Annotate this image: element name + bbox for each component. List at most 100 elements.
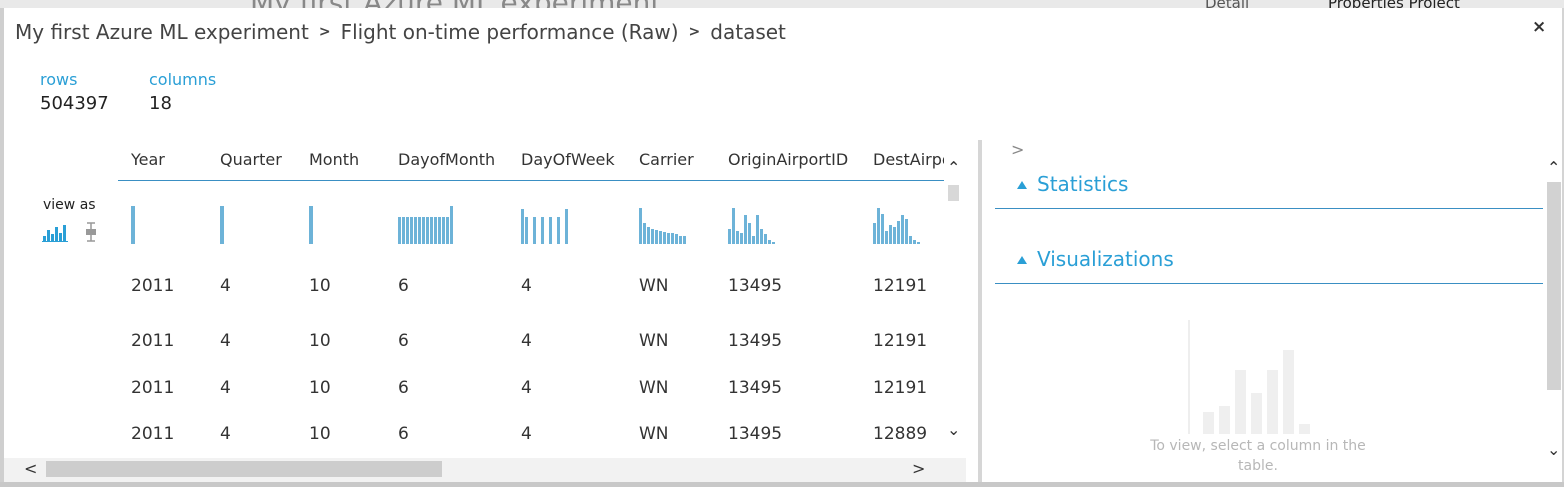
visualizations-section[interactable]: Visualizations (995, 247, 1543, 284)
table-cell[interactable]: 6 (398, 378, 409, 398)
column-histogram[interactable] (639, 204, 686, 244)
close-button[interactable]: × (1532, 17, 1546, 37)
column-header[interactable]: OriginAirportID (728, 150, 848, 169)
column-header[interactable]: Quarter (220, 150, 282, 169)
column-header[interactable]: DayOfWeek (521, 150, 615, 169)
histogram-bar (525, 217, 528, 244)
chevron-right-icon: > (688, 24, 701, 40)
table-cell[interactable]: 2011 (131, 276, 174, 296)
histogram-bar (909, 236, 912, 244)
rows-summary: rows 504397 (40, 70, 109, 114)
histogram-bar (889, 225, 892, 244)
column-header[interactable]: DayofMonth (398, 150, 495, 169)
histogram-bar (659, 231, 662, 244)
histogram-bar (752, 236, 755, 244)
breadcrumb-dataset-name[interactable]: Flight on-time performance (Raw) (341, 20, 679, 44)
histogram-bar (756, 215, 759, 244)
table-cell[interactable]: 4 (220, 331, 231, 351)
column-histogram[interactable] (309, 204, 313, 244)
grid-horizontal-scrollbar[interactable]: < > (4, 458, 966, 482)
table-cell[interactable]: 13495 (728, 378, 782, 398)
column-histogram[interactable] (398, 204, 453, 244)
column-histogram[interactable] (220, 204, 224, 244)
histogram-bar (760, 229, 763, 244)
column-histogram[interactable] (873, 204, 920, 244)
chevron-right-icon[interactable]: > (1011, 140, 1024, 159)
scrollbar-thumb[interactable] (948, 185, 959, 201)
table-cell[interactable]: 4 (220, 424, 231, 444)
table-cell[interactable]: 6 (398, 276, 409, 296)
table-cell[interactable]: 10 (309, 331, 331, 351)
histogram-bar (410, 217, 413, 244)
table-cell[interactable]: 13495 (728, 331, 782, 351)
table-cell[interactable]: 2011 (131, 424, 174, 444)
table-cell[interactable]: 6 (398, 424, 409, 444)
scrollbar-thumb[interactable] (1547, 182, 1561, 390)
table-cell[interactable]: 2011 (131, 378, 174, 398)
histogram-bar (434, 217, 437, 244)
table-cell[interactable]: 10 (309, 424, 331, 444)
table-cell[interactable]: WN (639, 378, 669, 398)
table-cell[interactable]: 10 (309, 276, 331, 296)
histogram-bar (438, 217, 441, 244)
table-cell[interactable]: 4 (521, 378, 532, 398)
table-cell[interactable]: 4 (521, 331, 532, 351)
histogram-bar (675, 234, 678, 244)
table-cell[interactable]: 10 (309, 378, 331, 398)
table-cell[interactable]: WN (639, 276, 669, 296)
table-cell[interactable]: 6 (398, 331, 409, 351)
histogram-bar (905, 219, 908, 244)
column-header[interactable]: DestAirportID (873, 150, 944, 169)
table-cell[interactable]: 12191 (873, 378, 927, 398)
scroll-left-icon[interactable]: < (24, 459, 37, 478)
collapse-triangle-icon[interactable] (1017, 256, 1027, 264)
table-cell[interactable]: 4 (220, 276, 231, 296)
panel-vertical-scrollbar[interactable]: ⌃ ⌄ (1545, 158, 1564, 463)
scroll-up-icon[interactable]: ⌃ (947, 158, 960, 177)
scrollbar-thumb[interactable] (46, 461, 442, 477)
breadcrumb-current: dataset (710, 20, 786, 44)
histogram-bar (917, 242, 920, 244)
histogram-bar (406, 217, 409, 244)
table-cell[interactable]: 12191 (873, 276, 927, 296)
visualizations-title[interactable]: Visualizations (1037, 247, 1543, 271)
column-header[interactable]: Year (131, 150, 165, 169)
scroll-down-icon[interactable]: ⌄ (947, 420, 960, 439)
table-cell[interactable]: WN (639, 424, 669, 444)
column-header[interactable]: Month (309, 150, 359, 169)
breadcrumb-experiment[interactable]: My first Azure ML experiment (15, 20, 309, 44)
column-histogram[interactable] (728, 204, 775, 244)
histogram-bar (772, 242, 775, 244)
histogram-bar (541, 217, 544, 244)
scroll-down-icon[interactable]: ⌄ (1547, 440, 1560, 459)
table-cell[interactable]: WN (639, 331, 669, 351)
boxplot-view-icon[interactable] (84, 222, 98, 242)
scroll-up-icon[interactable]: ⌃ (1547, 158, 1560, 177)
histogram-view-icon[interactable] (42, 224, 68, 242)
histogram-bar (309, 206, 313, 244)
table-cell[interactable]: 4 (521, 276, 532, 296)
collapse-triangle-icon[interactable] (1017, 181, 1027, 189)
histogram-bar (651, 229, 654, 244)
table-cell[interactable]: 12191 (873, 331, 927, 351)
table-cell[interactable]: 4 (521, 424, 532, 444)
histogram-bar (683, 236, 686, 244)
grid-vertical-scrollbar[interactable]: ⌃ ⌄ (944, 158, 964, 443)
statistics-title[interactable]: Statistics (1037, 172, 1543, 196)
table-cell[interactable]: 2011 (131, 331, 174, 351)
table-cell[interactable]: 12889 (873, 424, 927, 444)
table-cell[interactable]: 4 (220, 378, 231, 398)
view-as-toggle (42, 222, 98, 242)
column-histogram[interactable] (521, 204, 568, 244)
rows-value: 504397 (40, 93, 109, 114)
column-histogram[interactable] (131, 204, 135, 244)
histogram-bar (885, 231, 888, 244)
histogram-bar (744, 215, 747, 244)
column-header[interactable]: Carrier (639, 150, 694, 169)
statistics-section[interactable]: Statistics (995, 172, 1543, 209)
table-cell[interactable]: 13495 (728, 276, 782, 296)
table-cell[interactable]: 13495 (728, 424, 782, 444)
panel-divider[interactable] (978, 140, 982, 482)
histogram-bar (442, 217, 445, 244)
scroll-right-icon[interactable]: > (912, 459, 925, 478)
